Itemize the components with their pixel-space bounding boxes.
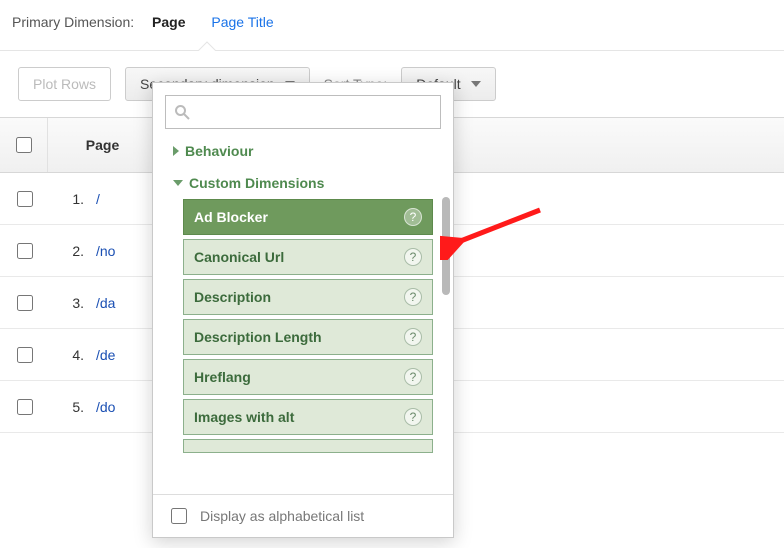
custom-dimensions-items: Ad Blocker ? Canonical Url ? Description…: [171, 199, 433, 453]
row-checkbox[interactable]: [17, 243, 33, 259]
primary-dimension-label: Primary Dimension:: [12, 14, 134, 30]
tab-page-title[interactable]: Page Title: [203, 8, 281, 40]
column-header-page[interactable]: Page: [48, 118, 158, 172]
dimension-item-description[interactable]: Description ?: [183, 279, 433, 315]
dimension-item-label: Description: [194, 289, 271, 305]
group-label: Behaviour: [185, 143, 253, 159]
dimension-item-description-length[interactable]: Description Length ?: [183, 319, 433, 355]
help-icon[interactable]: ?: [404, 248, 422, 266]
help-icon[interactable]: ?: [404, 208, 422, 226]
page-link[interactable]: /: [96, 191, 100, 207]
page-link[interactable]: /da: [96, 295, 115, 311]
dimension-item-label: Canonical Url: [194, 249, 284, 265]
caret-down-icon: [471, 81, 481, 87]
alphabetical-checkbox[interactable]: [171, 508, 187, 524]
dimension-item-hreflang[interactable]: Hreflang ?: [183, 359, 433, 395]
primary-dimension-row: Primary Dimension: Page Page Title: [0, 0, 784, 51]
select-all-checkbox[interactable]: [16, 137, 32, 153]
row-checkbox[interactable]: [17, 295, 33, 311]
dimension-group-list: Behaviour Custom Dimensions Ad Blocker ?…: [153, 135, 453, 494]
row-checkbox[interactable]: [17, 347, 33, 363]
active-tab-notch: [198, 41, 216, 51]
dimension-search-input[interactable]: [198, 103, 432, 121]
panel-footer: Display as alphabetical list: [153, 494, 453, 537]
row-index: 4.: [48, 347, 92, 363]
help-icon[interactable]: ?: [404, 368, 422, 386]
dimension-item-label: Ad Blocker: [194, 209, 268, 225]
header-checkbox-cell: [0, 118, 48, 172]
group-label: Custom Dimensions: [189, 175, 324, 191]
row-checkbox[interactable]: [17, 399, 33, 415]
alphabetical-label: Display as alphabetical list: [200, 508, 364, 524]
row-index: 2.: [48, 243, 92, 259]
row-index: 5.: [48, 399, 92, 415]
help-icon[interactable]: ?: [404, 408, 422, 426]
search-icon: [174, 104, 190, 120]
group-custom-dimensions[interactable]: Custom Dimensions: [171, 167, 433, 199]
page-link[interactable]: /do: [96, 399, 115, 415]
dimension-search-box[interactable]: [165, 95, 441, 129]
group-behaviour[interactable]: Behaviour: [171, 135, 433, 167]
page-link[interactable]: /de: [96, 347, 115, 363]
scrollbar-thumb[interactable]: [442, 197, 450, 295]
tab-page[interactable]: Page: [144, 8, 193, 40]
row-index: 1.: [48, 191, 92, 207]
dimension-item-ad-blocker[interactable]: Ad Blocker ?: [183, 199, 433, 235]
dimension-item-label: Hreflang: [194, 369, 251, 385]
dimension-item-label: Description Length: [194, 329, 322, 345]
page-link[interactable]: /no: [96, 243, 115, 259]
chevron-right-icon: [173, 146, 179, 156]
plot-rows-button[interactable]: Plot Rows: [18, 67, 111, 101]
row-index: 3.: [48, 295, 92, 311]
dimension-item-label: Images with alt: [194, 409, 294, 425]
dimension-item-images-with-alt[interactable]: Images with alt ?: [183, 399, 433, 435]
dimension-item-canonical-url[interactable]: Canonical Url ?: [183, 239, 433, 275]
chevron-down-icon: [173, 180, 183, 186]
help-icon[interactable]: ?: [404, 328, 422, 346]
dimension-item-truncated[interactable]: [183, 439, 433, 453]
help-icon[interactable]: ?: [404, 288, 422, 306]
row-checkbox[interactable]: [17, 191, 33, 207]
secondary-dimension-panel: Behaviour Custom Dimensions Ad Blocker ?…: [152, 82, 454, 538]
